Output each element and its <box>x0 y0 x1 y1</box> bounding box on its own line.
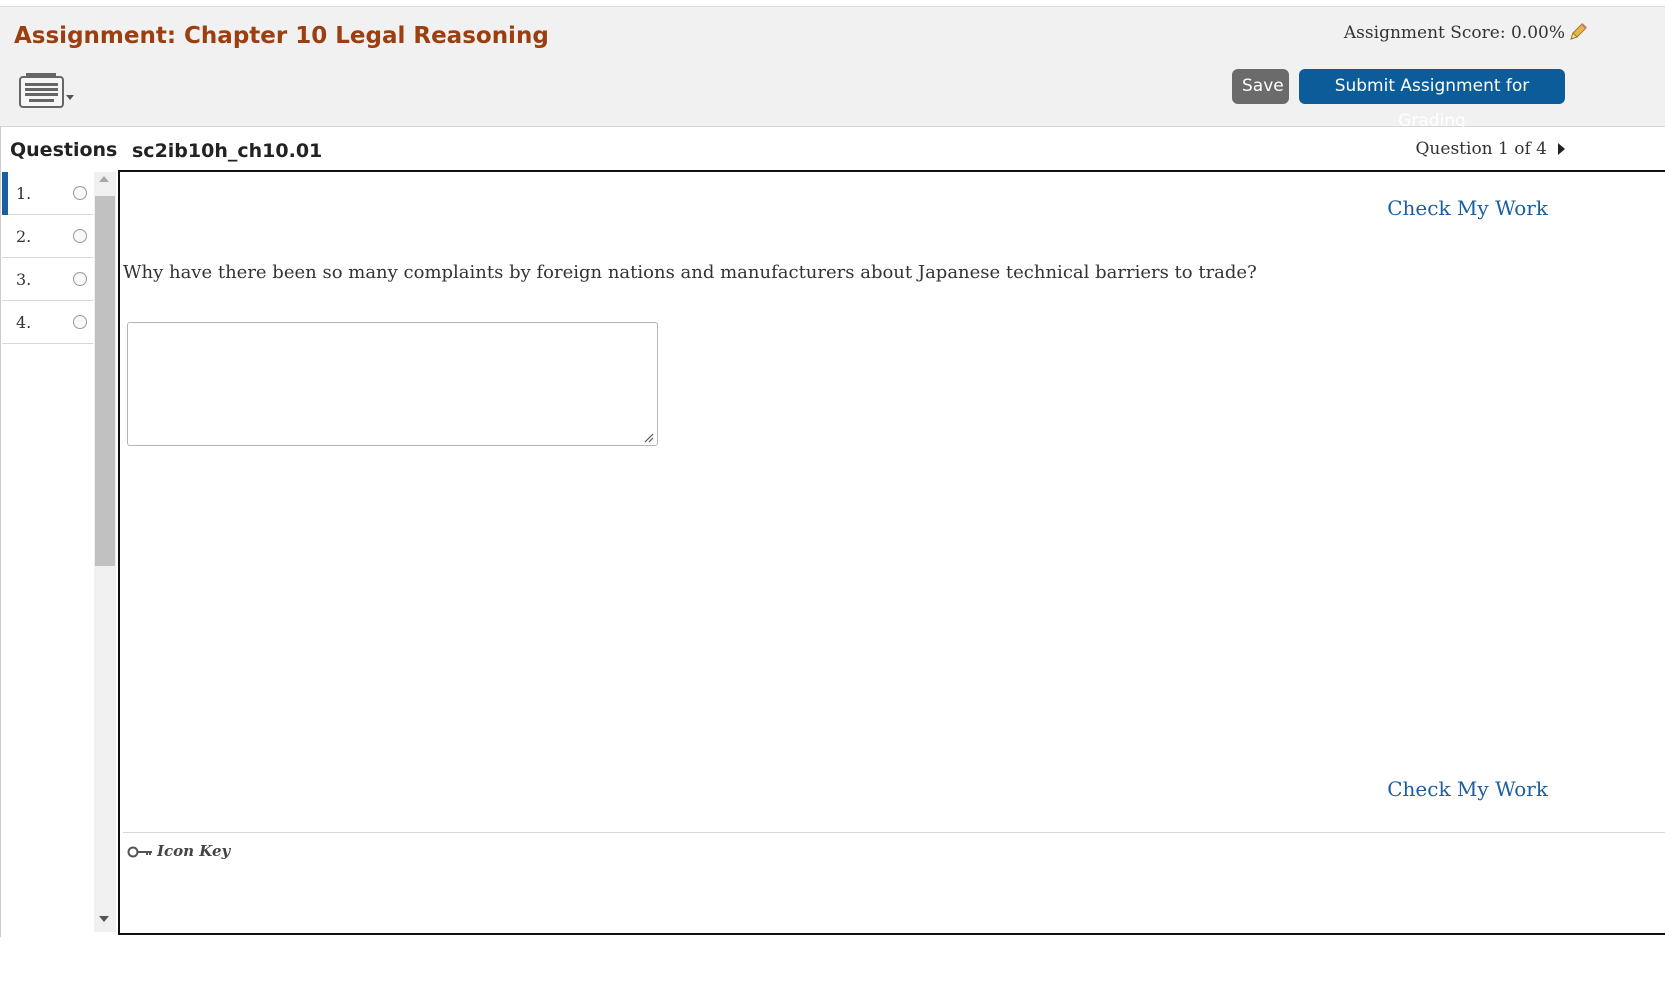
keyboard-icon <box>19 73 74 108</box>
icon-key-label: Icon Key <box>157 842 231 860</box>
status-circle-icon <box>73 229 87 243</box>
question-item-4[interactable]: 4. <box>2 301 93 344</box>
assignment-title: Assignment: Chapter 10 Legal Reasoning <box>14 23 549 49</box>
assignment-score: Assignment Score: 0.00% <box>1343 23 1565 43</box>
scroll-up-icon[interactable] <box>99 176 109 182</box>
question-header: sc2ib10h_ch10.01 Question 1 of 4 <box>118 127 1665 171</box>
scroll-down-icon[interactable] <box>99 916 109 922</box>
status-circle-icon <box>73 186 87 200</box>
question-number: 1. <box>16 184 32 203</box>
scroll-thumb[interactable] <box>95 196 115 566</box>
questions-sidebar: Questions 1. 2. 3. 4. <box>0 127 118 937</box>
status-circle-icon <box>73 315 87 329</box>
keyboard-menu[interactable] <box>18 71 80 113</box>
icon-key-link[interactable]: Icon Key <box>127 842 230 860</box>
check-my-work-link-bottom[interactable]: Check My Work <box>1387 777 1548 801</box>
question-text: Why have there been so many complaints b… <box>123 262 1257 283</box>
question-counter: Question 1 of 4 <box>1415 139 1548 159</box>
submit-assignment-button[interactable]: Submit Assignment for Grading <box>1299 69 1565 131</box>
pencil-icon[interactable] <box>1567 21 1589 43</box>
sidebar-title: Questions <box>10 139 118 161</box>
question-id: sc2ib10h_ch10.01 <box>132 140 323 162</box>
question-panel: Check My Work Why have there been so man… <box>118 170 1665 935</box>
assignment-header: Assignment: Chapter 10 Legal Reasoning A… <box>0 6 1665 131</box>
question-number: 4. <box>16 313 32 332</box>
question-number: 2. <box>16 227 32 246</box>
resize-grip-icon[interactable] <box>642 431 654 443</box>
key-icon <box>127 846 152 858</box>
question-list: 1. 2. 3. 4. <box>2 172 93 344</box>
question-item-3[interactable]: 3. <box>2 258 93 301</box>
question-item-1[interactable]: 1. <box>2 172 93 215</box>
question-item-2[interactable]: 2. <box>2 215 93 258</box>
chevron-right-icon[interactable] <box>1558 143 1565 155</box>
divider <box>123 832 1665 833</box>
answer-textarea[interactable] <box>127 322 658 446</box>
check-my-work-link[interactable]: Check My Work <box>1387 196 1548 220</box>
question-number: 3. <box>16 270 32 289</box>
status-circle-icon <box>73 272 87 286</box>
sidebar-scrollbar[interactable] <box>94 172 116 932</box>
save-button[interactable]: Save <box>1232 69 1289 104</box>
